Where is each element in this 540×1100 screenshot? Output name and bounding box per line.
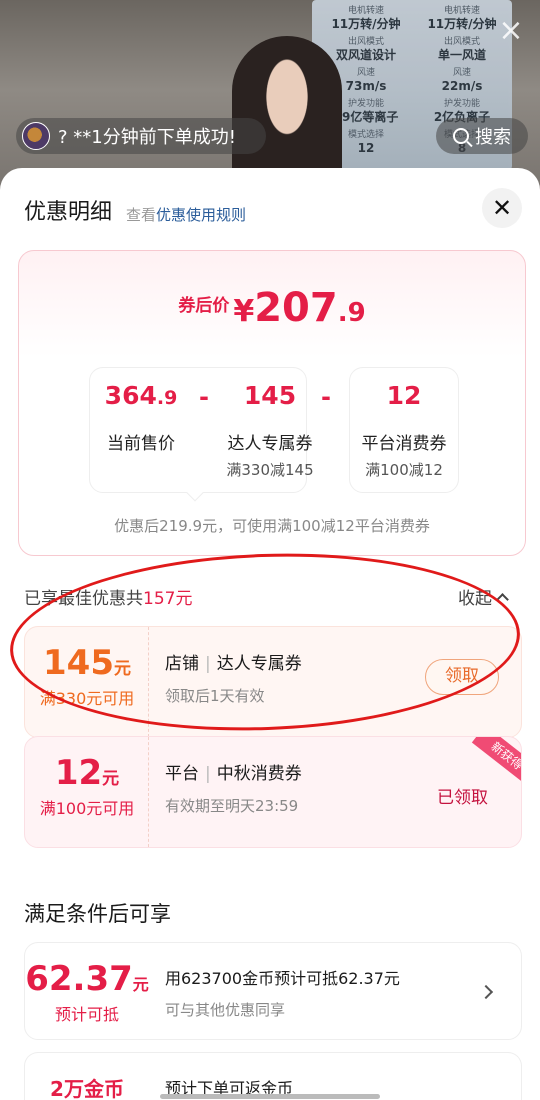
discount-detail-sheet: 优惠明细 查看优惠使用规则 ✕ 券后价 ¥207.9 364.9 当前售价 - 1…: [0, 168, 540, 1100]
final-price-decimal: .9: [337, 298, 366, 328]
rules-link-row[interactable]: 查看优惠使用规则: [126, 204, 246, 225]
coupon-validity: 有效期至明天23:59: [165, 797, 299, 815]
coupon-condition: 满100元可用: [39, 799, 135, 818]
home-indicator: [160, 1094, 380, 1099]
price-breakdown-card: 券后价 ¥207.9 364.9 当前售价 - 145 达人专属券 满330减14…: [18, 250, 526, 556]
search-label: 搜索: [475, 127, 511, 148]
coupon-amount-number: 12: [54, 753, 103, 793]
coupon-amount-unit: 元: [102, 769, 120, 789]
spec-key: 电机转速: [347, 6, 384, 16]
coupon-card: 12元 满100元可用 平台 | 中秋消费券 有效期至明天23:59 已领取 新获得: [24, 736, 522, 848]
coupon1-note: 满330减145: [226, 461, 314, 479]
coin-deduction-text: 用623700金币预计可抵62.37元: [165, 969, 400, 988]
coin-deduction-sub: 预计可抵: [54, 1005, 119, 1024]
spec-key: 出风模式: [443, 37, 480, 47]
coupon-amount: 145元: [25, 643, 149, 683]
final-price-integer: 207: [254, 285, 338, 331]
coupon-amount: 12元: [25, 753, 149, 793]
current-price-integer: 364: [104, 381, 157, 410]
close-icon[interactable]: ×: [496, 16, 526, 46]
coupon-source: 平台: [165, 764, 199, 784]
claim-button[interactable]: 领取: [425, 659, 499, 695]
avatar: [22, 122, 50, 150]
current-price-label: 当前售价: [107, 434, 175, 454]
minus-sign: -: [321, 383, 331, 411]
final-price: 券后价 ¥207.9: [19, 285, 525, 331]
spec-key: 风速: [452, 68, 471, 78]
coin-deduction-amount: 62.37元: [25, 959, 149, 999]
coupon-amount-unit: 元: [113, 659, 131, 679]
currency-symbol: ¥: [233, 294, 255, 329]
coin-return-card[interactable]: 2万金币 预计下单可返金币: [24, 1052, 522, 1100]
coupon-name: 中秋消费券: [216, 764, 302, 784]
coupon1-amount: 145: [243, 381, 297, 410]
chevron-right-icon: [478, 984, 494, 1000]
spec-key: 电机转速: [443, 6, 480, 16]
collapse-label: 收起: [458, 589, 492, 609]
final-price-label: 券后价: [178, 296, 230, 316]
minus-sign: -: [199, 383, 209, 411]
spec-value: 11万转/分钟: [427, 17, 497, 31]
spec-value: 22m/s: [441, 79, 483, 93]
rules-link[interactable]: 优惠使用规则: [156, 206, 246, 224]
search-button[interactable]: 搜索: [436, 118, 528, 154]
new-badge: 新获得: [471, 737, 521, 787]
search-icon: [453, 128, 469, 144]
coin-deduction-unit: 元: [132, 975, 149, 994]
collapse-button[interactable]: 收起: [458, 584, 509, 609]
current-price-decimal: .9: [156, 387, 178, 409]
coupon-source: 店铺: [165, 654, 199, 674]
coupon2-note: 满100减12: [365, 461, 443, 479]
spec-value: 双风道设计: [335, 48, 396, 62]
current-price: 364.9: [91, 381, 191, 410]
coupon-condition: 满330元可用: [39, 689, 135, 708]
coupon-name: 达人专属券: [216, 654, 302, 674]
spec-value: 单一风道: [437, 48, 486, 62]
spec-key: 出风模式: [347, 37, 384, 47]
spec-key: 护发功能: [443, 99, 480, 109]
conditions-title: 满足条件后可享: [24, 902, 171, 926]
claimed-status: 已领取: [437, 788, 488, 808]
coupon1-label: 达人专属券: [227, 434, 313, 454]
coin-deduction-desc: 可与其他优惠同享: [165, 1001, 286, 1019]
coupon-validity: 领取后1天有效: [165, 687, 265, 705]
coupon-title: 店铺 | 达人专属券: [165, 654, 302, 674]
coupon-amount-number: 145: [43, 643, 114, 683]
total-saving: 已享最佳优惠共157元: [24, 584, 192, 609]
rules-link-prefix: 查看: [126, 206, 157, 224]
coupon2-label: 平台消费券: [361, 434, 447, 454]
chevron-up-icon: [496, 593, 509, 606]
sheet-title: 优惠明细: [24, 200, 113, 225]
coin-deduction-number: 62.37: [25, 959, 133, 999]
coin-return-amount: 2万金币: [50, 1077, 124, 1100]
coupon-card: 145元 满330元可用 店铺 | 达人专属券 领取后1天有效 领取: [24, 626, 522, 738]
order-toast: ? **1分钟前下单成功!: [16, 118, 266, 154]
price-footnote: 优惠后219.9元，可使用满100减12平台消费券: [114, 517, 430, 535]
close-button[interactable]: ✕: [482, 188, 522, 228]
coupon-title: 平台 | 中秋消费券: [165, 764, 302, 784]
order-toast-text: ? **1分钟前下单成功!: [58, 127, 236, 148]
spec-value: 11万转/分钟: [331, 17, 401, 31]
total-saving-prefix: 已享最佳优惠共: [24, 589, 143, 609]
coin-deduction-card[interactable]: 62.37元 预计可抵 用623700金币预计可抵62.37元 可与其他优惠同享: [24, 942, 522, 1040]
total-saving-amount: 157元: [143, 589, 193, 609]
coupon2-amount: 12: [386, 381, 422, 410]
